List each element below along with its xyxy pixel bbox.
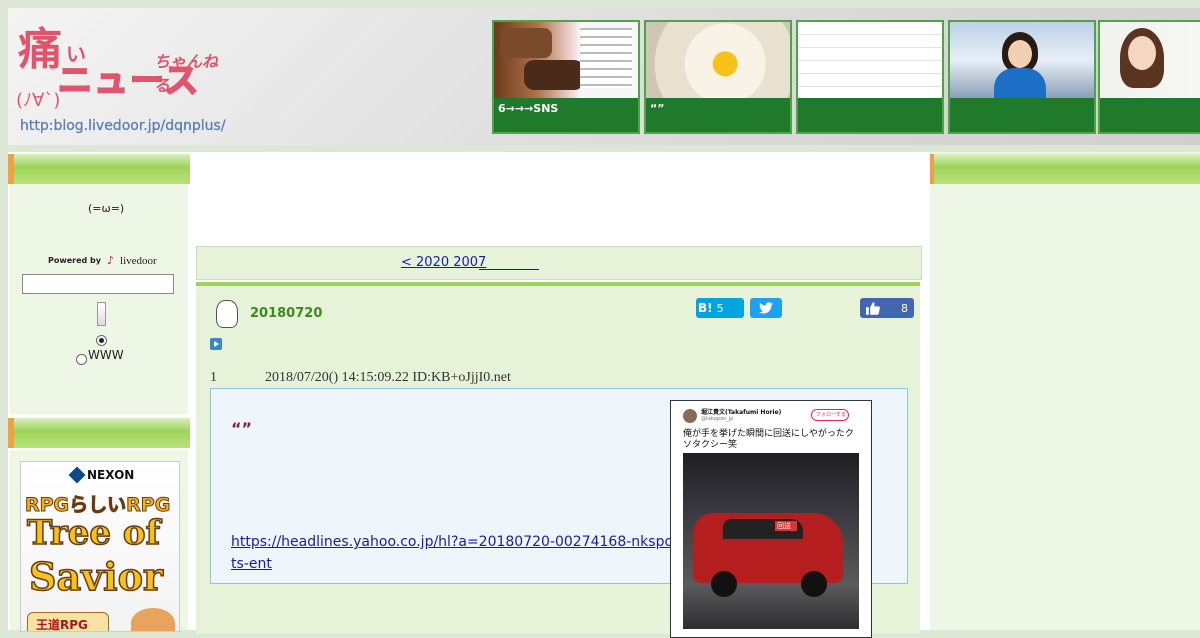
emoticon-icon: (=ω=) [88,202,125,215]
header-thumbnail-4[interactable] [948,20,1096,134]
nav-link-underline [479,269,539,270]
left-sidebar-header-bar [8,154,190,184]
comment-number: 1 [210,370,217,385]
left-sidebar-header-bar-2 [8,418,190,448]
thumbnail-image-dogs [494,22,638,98]
like-count: 8 [901,301,908,315]
nexon-icon [68,466,86,484]
taxi-sign-label: 回送 [777,522,791,530]
ad-title-line2: Savior [28,554,163,599]
thumbnail-caption: “” [646,98,790,132]
tweet-photo: 回送 [683,453,859,629]
thumbnail-image-table [798,22,942,98]
site-logo[interactable]: 痛 い ちゃんねる ニュース (ﾉ∀`) http:blog.livedoor.… [14,20,229,140]
tweet-follow-label: フォローする [816,412,847,418]
right-sidebar-header-bar [928,154,1200,184]
post-title[interactable]: 20180720 [250,306,322,321]
nexon-logo: NEXON [68,466,135,484]
play-icon[interactable] [210,338,222,350]
radio-blog[interactable] [96,335,107,346]
site-header: 痛 い ちゃんねる ニュース (ﾉ∀`) http:blog.livedoor.… [8,8,1200,145]
right-sidebar [930,152,1200,630]
article-nav-bar: < 2020 2007 [196,246,922,280]
powered-by-livedoor[interactable]: Powered by ♪ livedoor [48,254,157,267]
facebook-like-button[interactable]: 8 [860,298,914,318]
logo-url: http:blog.livedoor.jp/dqnplus/ [20,118,226,134]
thumbnail-image-woman [1100,22,1200,98]
taxi-wheel-rear [801,571,827,597]
logo-kanji: 痛 [18,24,62,75]
source-link-line2: ts-ent [231,556,272,572]
thumbs-up-icon [866,301,880,315]
livedoor-label: livedoor [120,254,157,267]
taxi-wheel-front [711,571,737,597]
tweet-avatar [683,409,697,423]
post-title-icon [216,300,238,328]
comment-meta: 2018/07/20() 14:15:09.22 ID:KB+oJjjI0.ne… [265,370,511,385]
radio-www-label: WWW [88,348,124,362]
tweet-author: 堀江貴文(Takafumi Horie) [701,409,782,416]
tweet-handle: @takapon_jp [701,416,734,422]
post-container: 20180720 B! 5 8 1 2018/07/20() 14:15:09.… [196,282,920,638]
ad-character-image [131,608,175,631]
hatena-bookmark-button[interactable]: B! 5 [696,298,744,318]
powered-by-label: Powered by [48,256,101,265]
post-quote: “” [231,419,253,438]
embedded-tweet-image[interactable]: 堀江貴文(Takafumi Horie) @takapon_jp フォローする … [670,400,872,638]
twitter-share-button[interactable] [750,298,782,318]
tree-of-savior-ad[interactable]: NEXON RPGらしいRPG Tree of Savior 王道RPG [20,461,180,632]
search-panel: (=ω=) Powered by ♪ livedoor WWW [10,184,188,414]
source-link[interactable]: https://headlines.yahoo.co.jp/hl?a=20180… [231,531,691,575]
prev-next-link[interactable]: < 2020 2007 [401,255,486,270]
header-thumbnail-1[interactable]: 6→→→SNS [492,20,640,134]
hatena-bookmark-icon: B! [698,301,713,315]
ad-footer: 王道RPG [27,612,109,631]
header-thumbnail-5[interactable] [1098,20,1200,134]
main-content: < 2020 2007 20180720 B! 5 8 1 2018/07/20… [190,152,930,638]
thumbnail-image-politician [950,22,1094,98]
header-thumbnail-3[interactable] [796,20,944,134]
radio-www[interactable] [76,354,87,365]
ad-title-line1: Tree of [26,513,161,553]
thumbnail-caption [1100,98,1200,132]
thumbnail-caption [950,98,1094,132]
source-link-line1: https://headlines.yahoo.co.jp/hl?a=20180… [231,534,679,550]
taxi-sign: 回送 [775,521,797,531]
logo-news: ニュース [57,61,201,101]
tweet-text: 俺が手を挙げた瞬間に回送にしやがったクソタクシー笑 [683,429,854,450]
thumbnail-caption: 6→→→SNS [494,98,638,132]
nexon-brand: NEXON [87,468,135,482]
tweet-follow-button: フォローする [811,409,849,421]
logo-face: (ﾉ∀`) [16,90,61,111]
search-input[interactable] [22,274,174,294]
hatena-bookmark-count: 5 [716,301,724,315]
thumbnail-caption [798,98,942,132]
thumbnail-image-egg [646,22,790,98]
header-thumbnail-2[interactable]: “” [644,20,792,134]
search-button[interactable] [97,302,106,326]
livedoor-logo-icon: ♪ [107,254,115,267]
twitter-bird-icon [759,302,773,314]
